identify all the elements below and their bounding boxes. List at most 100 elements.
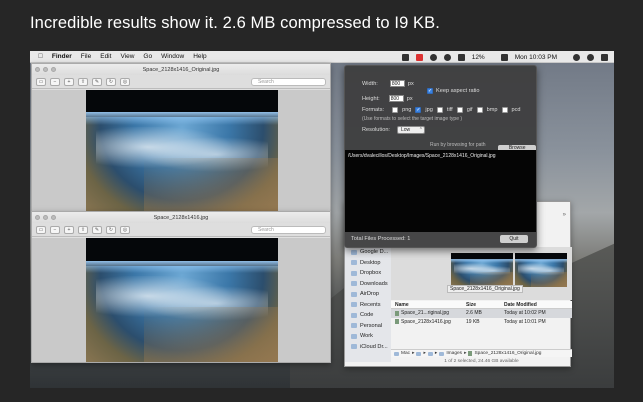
menu-finder[interactable]: Finder	[52, 53, 72, 60]
close-button[interactable]	[35, 67, 40, 72]
app-footer: Total Files Processed: 1 Quit	[345, 230, 536, 247]
zoom-out-button[interactable]: −	[50, 77, 60, 86]
zoom-button[interactable]	[51, 67, 56, 72]
wifi-icon[interactable]	[443, 53, 451, 61]
forward-chevron-icon[interactable]: »	[563, 212, 566, 218]
thumbnail-compressed[interactable]	[515, 253, 567, 287]
menu-window[interactable]: Window	[161, 53, 184, 60]
sidebar-item[interactable]: Code	[345, 310, 391, 321]
preview-window-compressed: Space_2128x1416.jpg ▭ − + ⇪ ✎ ↻ ◎ Search	[31, 211, 331, 363]
minimize-button[interactable]	[43, 67, 48, 72]
thumbnail-label: Space_2128x1416_Original.jpg	[447, 285, 523, 293]
menu-edit[interactable]: Edit	[100, 53, 111, 60]
markup-button[interactable]: ✎	[92, 77, 102, 86]
zoom-in-button[interactable]: +	[64, 225, 74, 234]
zoom-out-button[interactable]: −	[50, 225, 60, 234]
apple-menu-icon[interactable]: 	[38, 53, 43, 60]
compressor-status-icon[interactable]	[401, 53, 409, 61]
column-date[interactable]: Date Modified	[504, 302, 572, 308]
battery-percent[interactable]: 12%	[472, 54, 485, 61]
output-console: /Users/dvalecillos/Desktop/Images/Space_…	[345, 150, 536, 232]
annotate-button[interactable]: ◎	[120, 225, 130, 234]
recents-icon	[351, 302, 357, 308]
menu-view[interactable]: View	[120, 53, 134, 60]
markup-button[interactable]: ✎	[92, 225, 102, 234]
table-row[interactable]: Space_21...riginal.jpg 2.6 MB Today at 1…	[391, 309, 572, 318]
minimize-button[interactable]	[43, 215, 48, 220]
height-field[interactable]	[388, 95, 404, 102]
width-unit: px	[407, 80, 414, 87]
close-button[interactable]	[35, 215, 40, 220]
battery-icon[interactable]	[500, 53, 508, 61]
quit-button[interactable]: Quit	[500, 234, 528, 243]
height-label: Height:	[362, 95, 380, 102]
window-title: Space_2128x1416.jpg	[153, 214, 209, 221]
search-field[interactable]: Search	[251, 77, 326, 86]
format-png-checkbox[interactable]	[392, 107, 399, 113]
sidebar-item[interactable]: Google D...	[345, 247, 391, 258]
search-icon[interactable]	[573, 53, 580, 61]
format-tiff-checkbox[interactable]	[436, 107, 443, 113]
search-field[interactable]: Search	[251, 225, 326, 234]
folder-icon	[439, 351, 445, 356]
rotate-button[interactable]: ↻	[106, 225, 116, 234]
menu-file[interactable]: File	[81, 53, 91, 60]
sidebar-item[interactable]: iCloud Dr...	[345, 342, 391, 353]
share-button[interactable]: ⇪	[78, 77, 88, 86]
path-file[interactable]: Space_2128x1416_Original.jpg	[474, 351, 541, 356]
path-mac[interactable]: Mac	[401, 351, 410, 356]
bluetooth-icon[interactable]	[429, 53, 437, 61]
annotate-button[interactable]: ◎	[120, 77, 130, 86]
folder-icon[interactable]	[416, 351, 422, 356]
format-pcd-checkbox[interactable]	[501, 107, 508, 113]
menu-clock[interactable]: Mon 10:03 PM	[515, 54, 557, 61]
folder-icon	[351, 249, 357, 255]
sidebar-item[interactable]: Personal	[345, 321, 391, 332]
sidebar-toggle-button[interactable]: ▭	[36, 225, 46, 234]
sidebar-item[interactable]: Dropbox	[345, 268, 391, 279]
finder-status: 1 of 2 selected, 24.46 GB available	[444, 359, 519, 364]
path-images[interactable]: Images	[446, 351, 462, 356]
sidebar-item[interactable]: Desktop	[345, 258, 391, 269]
table-row[interactable]: Space_2128x1416.jpg 19 KB Today at 10:01…	[391, 318, 572, 327]
folder-icon	[351, 260, 357, 266]
share-button[interactable]: ⇪	[78, 225, 88, 234]
titlebar[interactable]: Space_2128x1416.jpg	[32, 212, 330, 223]
sidebar-item[interactable]: Work	[345, 331, 391, 342]
folder-icon	[351, 270, 357, 276]
column-size[interactable]: Size	[466, 302, 504, 308]
width-label: Width:	[362, 80, 378, 87]
image-file-icon	[468, 351, 473, 356]
thumbnail-original[interactable]	[451, 253, 513, 287]
keep-aspect-checkbox[interactable]: ✓	[427, 88, 433, 94]
sidebar-item[interactable]: AirDrop	[345, 289, 391, 300]
sidebar-toggle-button[interactable]: ▭	[36, 77, 46, 86]
notification-center-icon[interactable]	[601, 53, 608, 61]
format-bmp-checkbox[interactable]	[476, 107, 483, 113]
desktop:  Finder File Edit View Go Window Help 1…	[30, 51, 614, 388]
format-gif-checkbox[interactable]	[456, 107, 463, 113]
zoom-in-button[interactable]: +	[64, 77, 74, 86]
user-icon[interactable]	[587, 53, 594, 61]
folder-icon[interactable]	[427, 351, 433, 356]
menu-go[interactable]: Go	[143, 53, 152, 60]
zoom-button[interactable]	[51, 215, 56, 220]
volume-icon[interactable]	[457, 53, 465, 61]
sidebar-item[interactable]: Downloads	[345, 279, 391, 290]
formats-label: Formats:	[362, 107, 385, 113]
menu-help[interactable]: Help	[193, 53, 206, 60]
file-table: Name Size Date Modified Space_21...rigin…	[391, 301, 572, 326]
rotate-button[interactable]: ↻	[106, 77, 116, 86]
resolution-select[interactable]: Low	[397, 126, 425, 134]
status-area: 12% Mon 10:03 PM	[401, 51, 608, 63]
preview-window-original: Space_2128x1416_Original.jpg ▭ − + ⇪ ✎ ↻…	[31, 63, 331, 213]
titlebar[interactable]: Space_2128x1416_Original.jpg	[32, 64, 330, 75]
app-status-icon[interactable]	[415, 53, 423, 61]
column-name[interactable]: Name	[391, 302, 466, 308]
format-jpg-checkbox[interactable]: ✓	[415, 107, 422, 113]
width-field[interactable]	[389, 80, 405, 87]
height-unit: px	[406, 95, 413, 102]
resolution-label: Resolution:	[362, 127, 390, 133]
folder-icon	[351, 333, 357, 339]
sidebar-item[interactable]: Recents	[345, 300, 391, 311]
